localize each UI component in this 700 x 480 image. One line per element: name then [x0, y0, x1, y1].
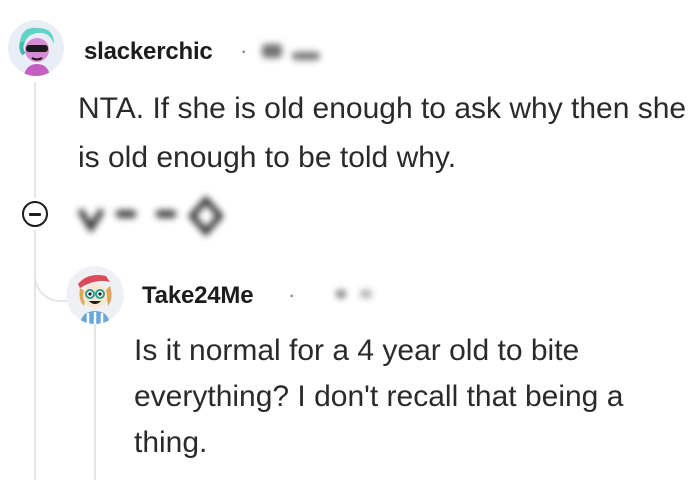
thread-line-main [34, 82, 36, 198]
comment-body: Is it normal for a 4 year old to bite ev… [134, 334, 624, 459]
comment-author[interactable]: Take24Me [142, 282, 254, 310]
upvote-icon[interactable] [78, 202, 104, 232]
minus-circle-icon[interactable] [22, 201, 48, 227]
avatar[interactable] [66, 266, 124, 324]
avatar-illustration [8, 20, 64, 76]
avatar-illustration [66, 266, 124, 324]
timestamp-blurred [336, 290, 346, 298]
thread-line-reply [94, 322, 96, 480]
downvote-icon[interactable] [116, 210, 136, 218]
timestamp-blurred [360, 290, 372, 298]
thread-connector [34, 240, 68, 302]
meta-separator: · [240, 38, 248, 63]
comment-actions [74, 196, 244, 236]
comment-author[interactable]: slackerchic [84, 38, 213, 66]
avatar[interactable] [8, 20, 64, 76]
reply-icon[interactable] [156, 210, 176, 218]
award-icon[interactable] [186, 196, 226, 236]
timestamp-blurred [262, 44, 282, 58]
comment-body: NTA. If she is old enough to ask why the… [78, 92, 687, 174]
meta-separator: · [288, 282, 296, 307]
timestamp-blurred [292, 52, 320, 60]
